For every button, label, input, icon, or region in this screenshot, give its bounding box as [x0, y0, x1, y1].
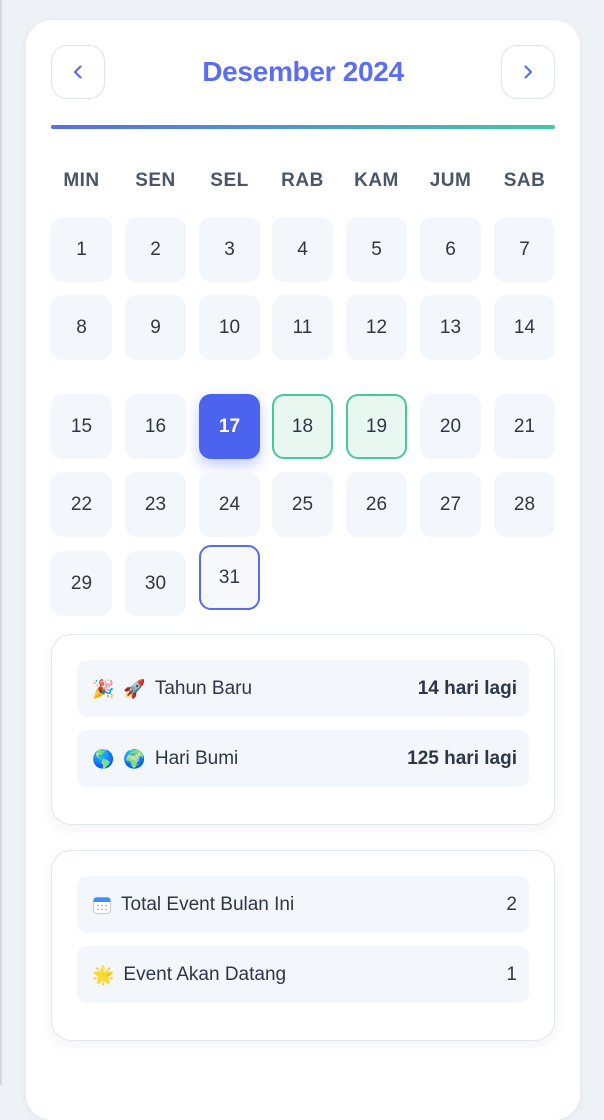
day-cell[interactable]: 26 — [346, 472, 407, 537]
calendar-header: Desember 2024 — [51, 45, 555, 101]
stat-label: Total Event Bulan Ini — [121, 893, 295, 915]
weekday-label: JUM — [429, 170, 472, 191]
stat-label: Event Akan Datang — [123, 963, 287, 985]
day-cell[interactable]: 13 — [420, 295, 481, 360]
event-countdown: 125 hari lagi — [407, 747, 517, 769]
weekday-header-row: MIN SEN SEL RAB KAM JUM SAB — [51, 170, 555, 194]
day-cell[interactable]: 30 — [125, 551, 186, 616]
stat-value: 2 — [506, 893, 517, 915]
day-cell[interactable]: 7 — [494, 217, 555, 282]
event-name: Tahun Baru — [154, 677, 253, 699]
event-countdown: 14 hari lagi — [417, 677, 517, 699]
day-cell[interactable]: 29 — [51, 551, 112, 616]
calendar-card: Desember 2024 MIN SEN SEL RAB KAM JUM SA… — [26, 20, 580, 1120]
day-cell[interactable]: 6 — [420, 217, 481, 282]
upcoming-event-row[interactable]: 🌎 🌍 Hari Bumi 125 hari lagi — [77, 730, 529, 787]
day-cell[interactable]: 22 — [51, 472, 112, 537]
party-popper-icon: 🎉 — [92, 678, 115, 699]
stat-value: 1 — [506, 963, 517, 985]
day-cell[interactable]: 4 — [272, 217, 333, 282]
month-title: Desember 2024 — [202, 56, 404, 87]
day-cell[interactable]: 9 — [125, 295, 186, 360]
sun-icon: 🌟 — [92, 964, 115, 985]
stat-row: 🌟 Event Akan Datang 1 — [77, 946, 529, 1003]
weekday-label: RAB — [281, 170, 324, 191]
rocket-icon: 🚀 — [123, 678, 146, 699]
day-cell[interactable]: 25 — [272, 472, 333, 537]
chevron-right-icon — [524, 65, 533, 79]
weekday-label: SEL — [210, 170, 249, 191]
day-cell[interactable]: 24 — [199, 472, 260, 537]
globe-africa-icon: 🌍 — [123, 748, 146, 769]
day-cell[interactable]: 27 — [420, 472, 481, 537]
calendar-icon — [92, 896, 112, 914]
next-month-button[interactable] — [501, 45, 555, 99]
day-cell-outlined[interactable]: 31 — [199, 545, 260, 610]
day-cell[interactable]: 15 — [51, 394, 112, 459]
day-cell[interactable]: 3 — [199, 217, 260, 282]
day-cell[interactable]: 14 — [494, 295, 555, 360]
day-cell[interactable]: 10 — [199, 295, 260, 360]
window-edge — [0, 0, 2, 1085]
weekday-label: SEN — [135, 170, 176, 191]
day-cell[interactable]: 12 — [346, 295, 407, 360]
day-cell-today[interactable]: 17 — [199, 394, 260, 459]
upcoming-events-panel: 🎉 🚀 Tahun Baru 14 hari lagi 🌎 🌍 Hari Bum… — [51, 634, 555, 825]
day-cell[interactable]: 1 — [51, 217, 112, 282]
day-cell[interactable]: 2 — [125, 217, 186, 282]
day-cell[interactable]: 20 — [420, 394, 481, 459]
day-cell-event[interactable]: 18 — [272, 394, 333, 459]
weekday-label: KAM — [354, 170, 399, 191]
upcoming-event-row[interactable]: 🎉 🚀 Tahun Baru 14 hari lagi — [77, 660, 529, 717]
day-cell[interactable]: 16 — [125, 394, 186, 459]
day-cell[interactable]: 21 — [494, 394, 555, 459]
globe-americas-icon: 🌎 — [92, 748, 115, 769]
chevron-left-icon — [73, 65, 82, 79]
day-cell-event[interactable]: 19 — [346, 394, 407, 459]
day-cell[interactable]: 28 — [494, 472, 555, 537]
header-accent-bar — [51, 125, 555, 129]
weekday-label: MIN — [63, 170, 100, 191]
weekday-label: SAB — [503, 170, 546, 191]
stats-panel: Total Event Bulan Ini 2 🌟 Event Akan Dat… — [51, 850, 555, 1041]
calendar-day-grid: 1 2 3 4 5 6 7 8 9 10 11 12 13 14 15 16 1… — [51, 217, 555, 616]
day-cell[interactable]: 8 — [51, 295, 112, 360]
prev-month-button[interactable] — [51, 45, 105, 99]
day-cell[interactable]: 11 — [272, 295, 333, 360]
stat-row: Total Event Bulan Ini 2 — [77, 876, 529, 933]
event-name: Hari Bumi — [154, 747, 239, 769]
day-cell[interactable]: 23 — [125, 472, 186, 537]
day-cell[interactable]: 5 — [346, 217, 407, 282]
